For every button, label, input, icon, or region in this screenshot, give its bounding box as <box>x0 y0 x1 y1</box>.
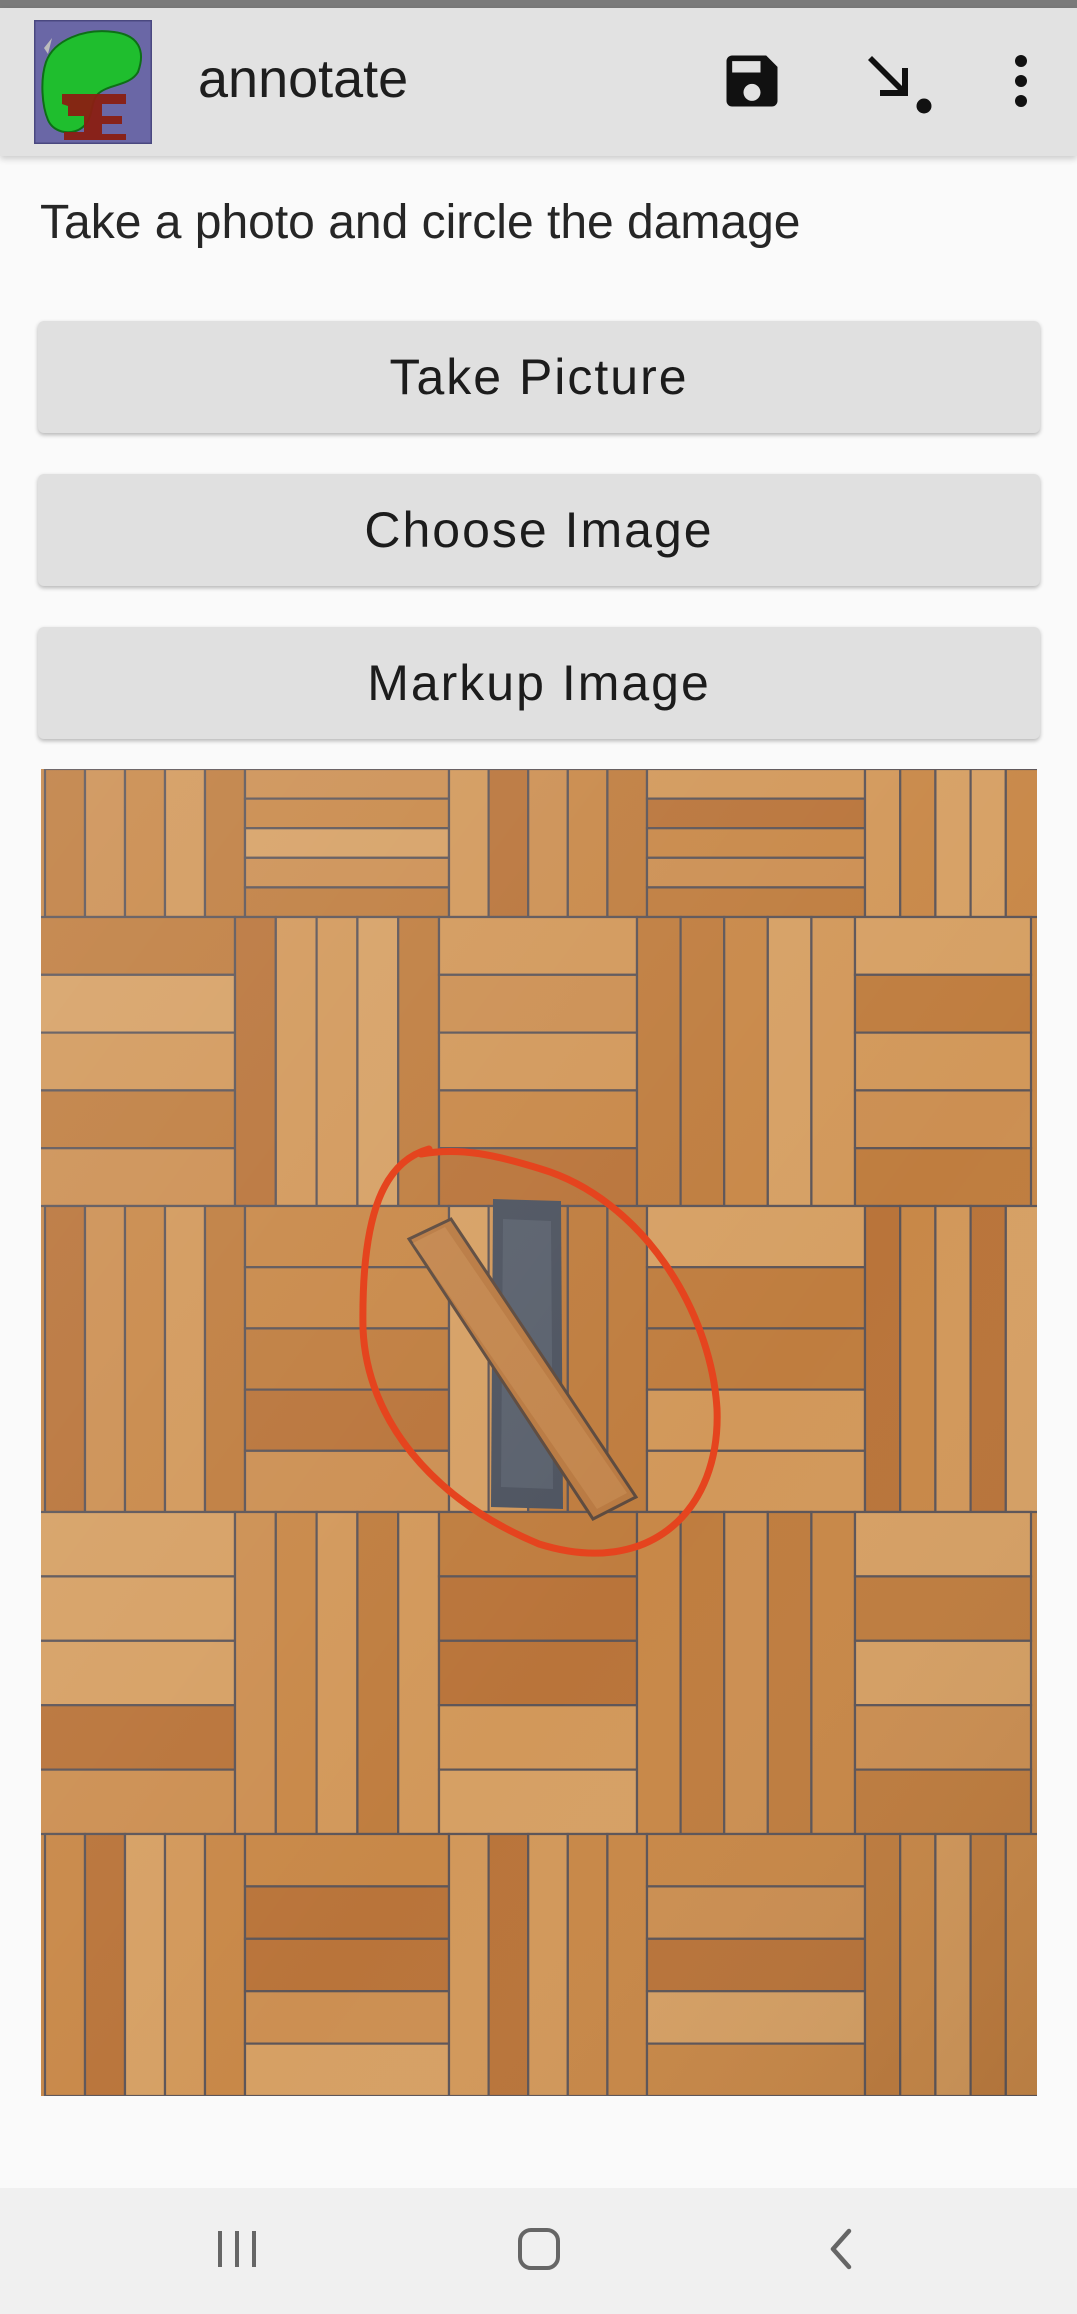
parquet-floor-image <box>41 769 1037 2096</box>
home-button[interactable] <box>484 2211 594 2291</box>
app-logo-icon <box>32 18 154 146</box>
back-button[interactable] <box>786 2211 896 2291</box>
save-button[interactable] <box>707 38 797 128</box>
home-icon <box>515 2225 563 2277</box>
save-icon <box>718 47 786 119</box>
back-chevron-icon <box>821 2225 861 2277</box>
recents-icon <box>212 2227 262 2275</box>
recents-button[interactable] <box>182 2211 292 2291</box>
app-title: annotate <box>198 49 409 109</box>
instruction-text: Take a photo and circle the damage <box>40 196 801 249</box>
more-vert-icon <box>1011 51 1031 115</box>
status-strip <box>0 0 1077 8</box>
choose-image-button[interactable]: Choose Image <box>38 474 1040 586</box>
markup-image-button[interactable]: Markup Image <box>38 627 1040 739</box>
annotated-photo <box>41 769 1037 2096</box>
download-button[interactable] <box>856 38 946 128</box>
app-bar: annotate <box>0 8 1077 156</box>
more-options-button[interactable] <box>976 38 1066 128</box>
download-arrow-icon <box>866 46 936 120</box>
system-nav-bar <box>0 2188 1077 2314</box>
take-picture-button[interactable]: Take Picture <box>38 321 1040 433</box>
